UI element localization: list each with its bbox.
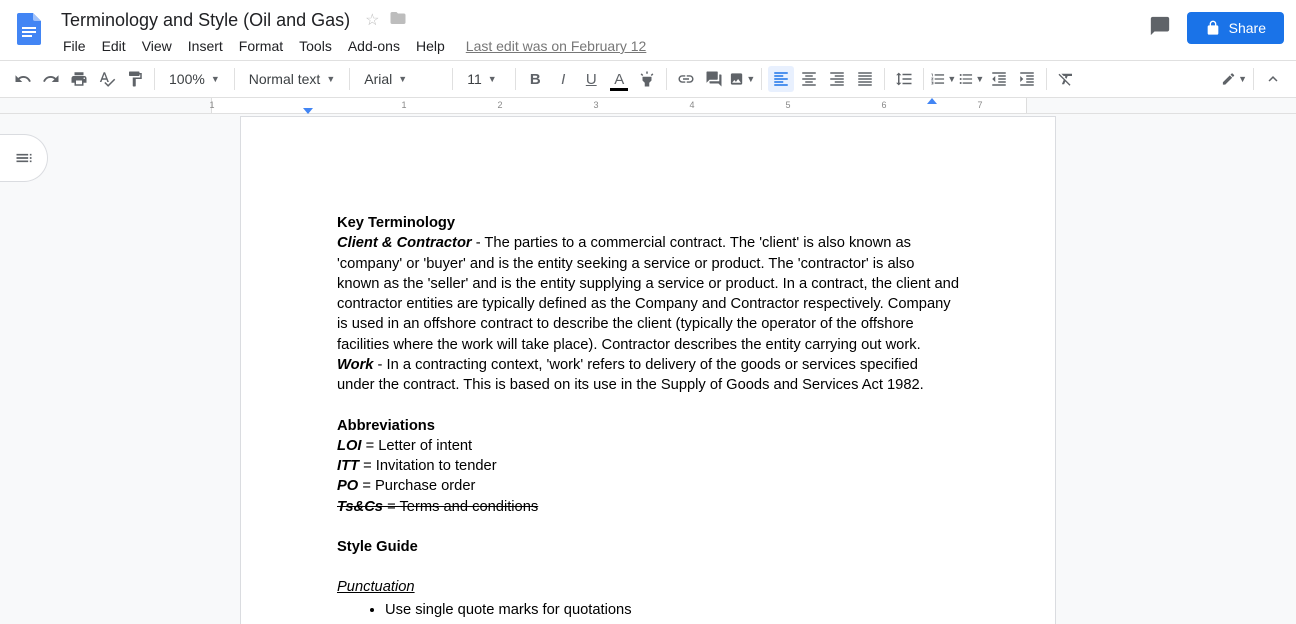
abbr-itt[interactable]: ITT = Invitation to tender [337,456,959,476]
share-label: Share [1229,20,1266,36]
align-justify-icon[interactable] [852,66,878,92]
document-body[interactable]: Key Terminology Client & Contractor - Th… [337,213,959,620]
share-button[interactable]: Share [1187,12,1284,44]
paint-format-icon[interactable] [122,66,148,92]
menu-format[interactable]: Format [232,34,290,58]
abbr-loi[interactable]: LOI = Letter of intent [337,436,959,456]
decrease-indent-icon[interactable] [986,66,1012,92]
document-title[interactable]: Terminology and Style (Oil and Gas) [56,8,355,33]
paragraph-client-contractor[interactable]: Client & Contractor - The parties to a c… [337,233,959,355]
line-spacing-icon[interactable] [891,66,917,92]
bulleted-list-icon[interactable]: ▼ [958,66,984,92]
style-select[interactable]: Normal text▼ [241,66,344,92]
spellcheck-icon[interactable] [94,66,120,92]
folder-icon[interactable] [389,9,407,32]
title-area: Terminology and Style (Oil and Gas) ☆ Fi… [56,8,1149,58]
italic-icon[interactable]: I [550,66,576,92]
subheading-punctuation[interactable]: Punctuation [337,577,959,597]
menu-addons[interactable]: Add-ons [341,34,407,58]
align-right-icon[interactable] [824,66,850,92]
list-item[interactable]: Use single quote marks for quotations [385,600,959,620]
google-docs-app: Terminology and Style (Oil and Gas) ☆ Fi… [0,0,1296,624]
highlight-icon[interactable] [634,66,660,92]
numbered-list-icon[interactable]: ▼ [930,66,956,92]
page[interactable]: Key Terminology Client & Contractor - Th… [240,116,1056,624]
header: Terminology and Style (Oil and Gas) ☆ Fi… [0,0,1296,60]
menu-insert[interactable]: Insert [181,34,230,58]
link-icon[interactable] [673,66,699,92]
heading-style-guide[interactable]: Style Guide [337,537,959,557]
edit-mode-icon[interactable]: ▼ [1221,66,1247,92]
paragraph-work[interactable]: Work - In a contracting context, 'work' … [337,355,959,396]
undo-icon[interactable] [10,66,36,92]
docs-logo-icon[interactable] [12,10,48,46]
underline-icon[interactable]: U [578,66,604,92]
text-color-icon[interactable]: A [606,66,632,92]
abbr-tscs[interactable]: Ts&Cs = Terms and conditions [337,497,959,517]
star-icon[interactable]: ☆ [365,10,379,30]
ruler[interactable]: 1 1 2 3 4 5 6 7 [0,98,1296,114]
zoom-select[interactable]: 100%▼ [161,66,228,92]
font-select[interactable]: Arial▼ [356,66,446,92]
print-icon[interactable] [66,66,92,92]
outline-toggle-icon[interactable] [0,134,48,182]
ruler-right-marker[interactable] [927,98,937,104]
font-size-select[interactable]: 11▼ [459,66,509,92]
comments-icon[interactable] [1149,15,1171,42]
abbr-po[interactable]: PO = Purchase order [337,476,959,496]
image-icon[interactable]: ▼ [729,66,755,92]
header-right: Share [1149,12,1284,44]
menu-edit[interactable]: Edit [95,34,133,58]
comment-icon[interactable] [701,66,727,92]
punctuation-list[interactable]: Use single quote marks for quotations [385,600,959,620]
canvas[interactable]: Key Terminology Client & Contractor - Th… [0,114,1296,624]
share-lock-icon [1205,20,1221,36]
redo-icon[interactable] [38,66,64,92]
collapse-toolbar-icon[interactable] [1260,66,1286,92]
clear-format-icon[interactable] [1053,66,1079,92]
bold-icon[interactable]: B [522,66,548,92]
align-center-icon[interactable] [796,66,822,92]
menu-help[interactable]: Help [409,34,452,58]
menu-tools[interactable]: Tools [292,34,339,58]
menu-bar: File Edit View Insert Format Tools Add-o… [56,34,1149,58]
toolbar: 100%▼ Normal text▼ Arial▼ 11▼ B I U A ▼ [0,60,1296,98]
menu-file[interactable]: File [56,34,93,58]
increase-indent-icon[interactable] [1014,66,1040,92]
heading-abbreviations[interactable]: Abbreviations [337,416,959,436]
heading-key-terminology[interactable]: Key Terminology [337,213,959,233]
last-edit-link[interactable]: Last edit was on February 12 [466,38,647,54]
menu-view[interactable]: View [135,34,179,58]
align-left-icon[interactable] [768,66,794,92]
